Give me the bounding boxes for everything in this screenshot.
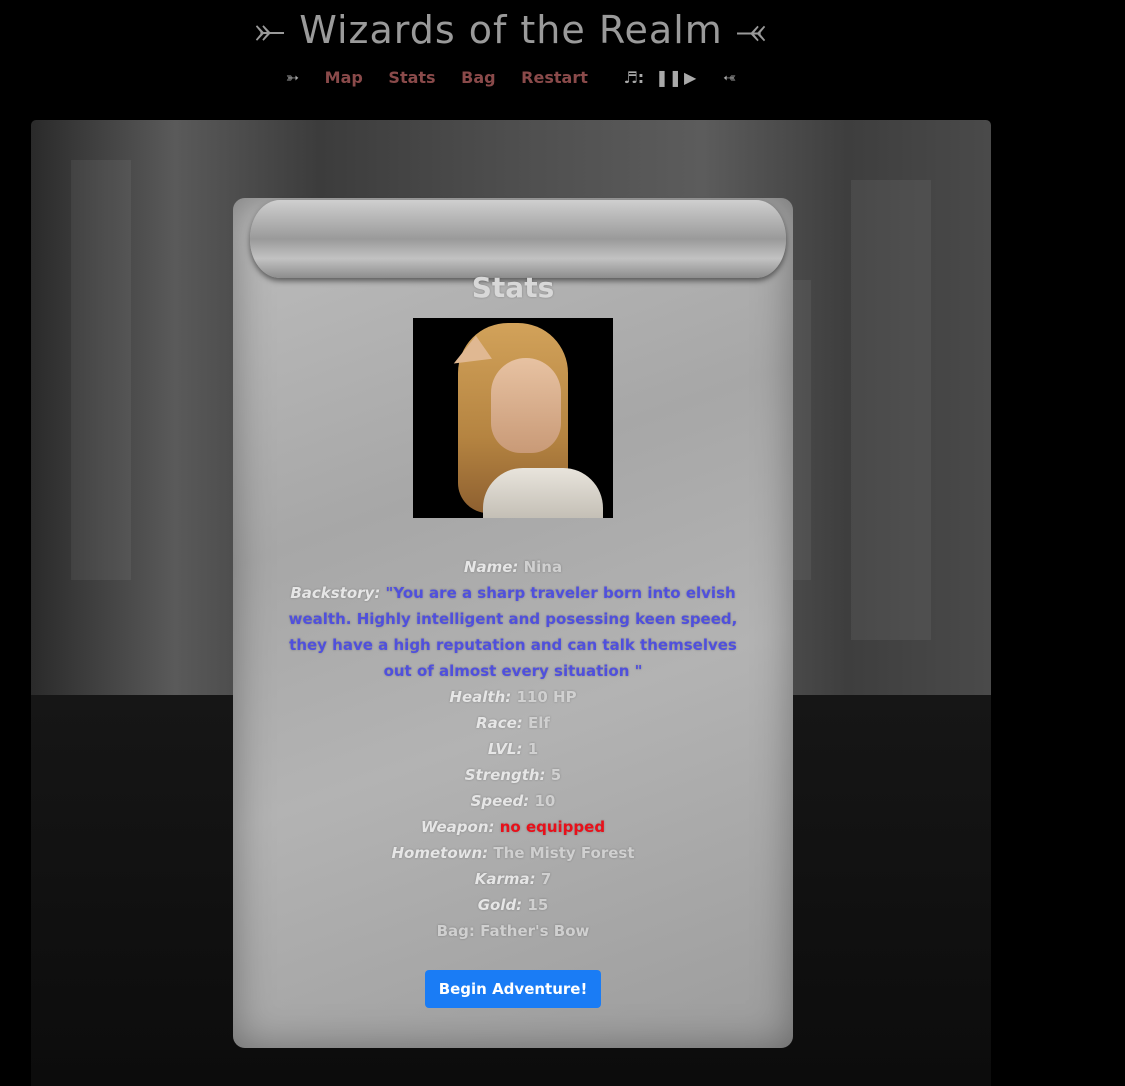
stat-strength: Strength: 5 xyxy=(464,766,562,784)
page-title: ⤜ Wizards of the Realm ⤛ xyxy=(254,8,768,52)
nav-restart-link[interactable]: Restart xyxy=(521,68,588,87)
stat-gold: Gold: 15 xyxy=(477,896,549,914)
begin-adventure-button[interactable]: Begin Adventure! xyxy=(424,970,602,1008)
stat-hometown: Hometown: The Misty Forest xyxy=(391,844,635,862)
stat-bag: Bag: Father's Bow xyxy=(436,922,590,940)
arrow-deco-icon: ➳ xyxy=(722,68,737,87)
stat-speed: Speed: 10 xyxy=(470,792,556,810)
stat-backstory: Backstory: "You are a sharp traveler bor… xyxy=(288,584,738,680)
scroll-roll xyxy=(250,200,786,278)
stat-health: Health: 110 HP xyxy=(449,688,577,706)
stat-karma: Karma: 7 xyxy=(474,870,552,888)
stats-list: Name: Nina Backstory: "You are a sharp t… xyxy=(283,554,743,944)
character-portrait xyxy=(413,318,613,518)
main-nav: ➳ Map Stats Bag Restart ♬: ❚❚ ▶ ➳ xyxy=(0,68,1022,87)
stat-lvl: LVL: 1 xyxy=(487,740,539,758)
stat-race: Race: Elf xyxy=(476,714,550,732)
music-controls: ♬: ❚❚ ▶ xyxy=(613,68,697,87)
nav-bag-link[interactable]: Bag xyxy=(461,68,495,87)
stat-name: Name: Nina xyxy=(463,558,563,576)
arrow-deco-icon: ➳ xyxy=(285,68,300,87)
pause-icon[interactable]: ❚❚ xyxy=(655,68,682,87)
play-icon[interactable]: ▶ xyxy=(684,68,696,87)
nav-map-link[interactable]: Map xyxy=(325,68,363,87)
music-note-icon: ♬: xyxy=(623,68,645,87)
stat-weapon: Weapon: no equipped xyxy=(420,818,606,836)
stats-panel: Stats Name: Nina Backstory: "You are a s… xyxy=(233,268,793,1008)
stats-heading: Stats xyxy=(471,271,555,304)
nav-stats-link[interactable]: Stats xyxy=(388,68,435,87)
